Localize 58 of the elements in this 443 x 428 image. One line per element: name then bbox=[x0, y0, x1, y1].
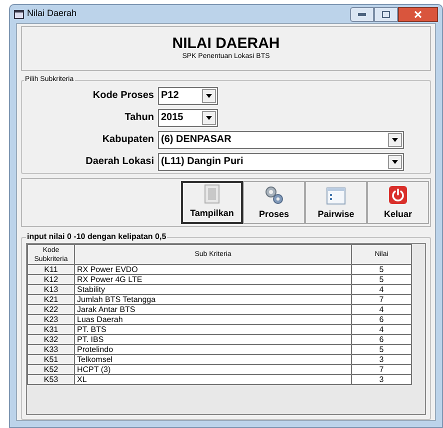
caret-icon bbox=[392, 160, 398, 164]
toolbar-button[interactable]: Proses bbox=[243, 181, 305, 224]
table-cell: RX Power 4G LTE bbox=[74, 274, 352, 284]
minimize-icon bbox=[358, 12, 366, 16]
field-label: Kode Proses bbox=[92, 89, 154, 103]
dropdown-field[interactable]: P12 bbox=[158, 86, 218, 104]
table-cell: Luas Daerah bbox=[74, 314, 352, 324]
dropdown-arrow-button[interactable] bbox=[202, 88, 216, 102]
caret-icon bbox=[206, 116, 212, 120]
dropdown-field[interactable]: (L11) Dangin Puri bbox=[158, 152, 404, 170]
table-cell: PT. BTS bbox=[74, 324, 352, 334]
document-icon bbox=[204, 184, 220, 204]
table-cell: HCPT (3) bbox=[74, 364, 352, 374]
close-button[interactable] bbox=[398, 6, 438, 22]
field-label: Tahun bbox=[124, 111, 154, 125]
toolbar-button[interactable]: Tampilkan bbox=[181, 181, 243, 224]
app-icon bbox=[14, 10, 24, 18]
group-legend: input nilai 0 -10 dengan kelipatan 0,5 bbox=[26, 231, 168, 243]
toolbar-button[interactable]: Keluar bbox=[367, 181, 429, 224]
table-cell: Protelindo bbox=[74, 344, 352, 354]
dropdown-arrow-button[interactable] bbox=[202, 110, 216, 124]
caret-icon bbox=[206, 94, 212, 98]
dropdown-arrow-button[interactable] bbox=[388, 154, 402, 168]
caret-icon bbox=[392, 138, 398, 142]
row-header: K23 bbox=[28, 314, 74, 324]
toolbar-button[interactable]: Pairwise bbox=[305, 181, 367, 224]
row-header: K51 bbox=[28, 354, 74, 364]
window-list-icon bbox=[326, 186, 346, 204]
row-header: K11 bbox=[28, 264, 74, 274]
row-header: K32 bbox=[28, 334, 74, 344]
page-title: NILAI DAERAH bbox=[172, 36, 280, 52]
minimize-button[interactable] bbox=[350, 6, 374, 22]
row-header: K22 bbox=[28, 304, 74, 314]
dropdown-field[interactable]: 2015 bbox=[158, 108, 218, 126]
dropdown-field[interactable]: (6) DENPASAR bbox=[158, 130, 404, 148]
maximize-icon bbox=[382, 10, 390, 18]
gears-icon bbox=[264, 184, 284, 204]
table-cell: XL bbox=[74, 374, 352, 384]
field-label: Kabupaten bbox=[101, 133, 154, 147]
row-header: K53 bbox=[28, 374, 74, 384]
table-cell: Jumlah BTS Tetangga bbox=[74, 294, 352, 304]
table-cell: PT. IBS bbox=[74, 334, 352, 344]
maximize-button[interactable] bbox=[374, 6, 398, 22]
table-cell: RX Power EVDO bbox=[74, 264, 352, 274]
table-cell: Telkomsel bbox=[74, 354, 352, 364]
close-icon bbox=[414, 10, 422, 18]
power-icon bbox=[388, 184, 408, 204]
field-label: Daerah Lokasi bbox=[84, 155, 154, 169]
row-header: K31 bbox=[28, 324, 74, 334]
table-cell: Jarak Antar BTS bbox=[74, 304, 352, 314]
dropdown-arrow-button[interactable] bbox=[388, 132, 402, 146]
row-header: K33 bbox=[28, 344, 74, 354]
row-header: K13 bbox=[28, 284, 74, 294]
window-title: Nilai Daerah bbox=[27, 7, 77, 20]
table-cell: Stability bbox=[74, 284, 352, 294]
row-header: K21 bbox=[28, 294, 74, 304]
row-header: K12 bbox=[28, 274, 74, 284]
row-header: K52 bbox=[28, 364, 74, 374]
